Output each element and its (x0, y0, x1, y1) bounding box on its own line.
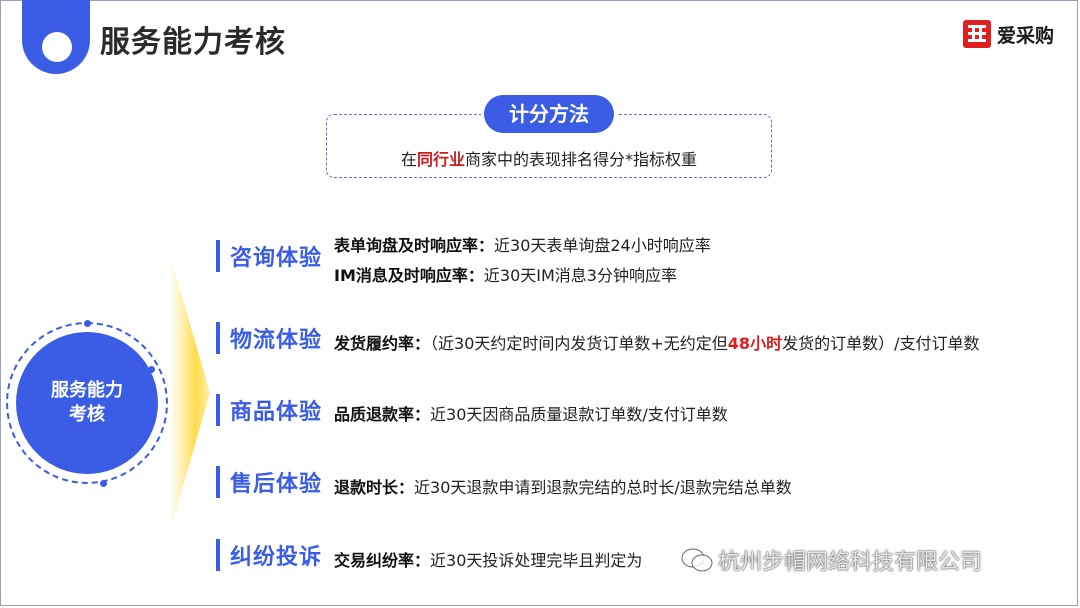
wechat-icon (681, 548, 713, 572)
watermark: 杭州步帽网络科技有限公司 (680, 544, 982, 576)
category-dispute: 纠纷投诉 (216, 539, 322, 571)
corner-decoration (22, 0, 90, 74)
method-description: 在同行业商家中的表现排名得分*指标权重 (400, 150, 698, 169)
metric-line: 退款时长：近30天退款申请到退款完结的总时长/退款完结总单数 (334, 478, 792, 497)
method-highlight: 同行业 (416, 150, 465, 169)
logo-icon (962, 20, 991, 48)
category-product: 商品体验 (216, 394, 322, 426)
ring-dot (100, 480, 107, 487)
logo-text: 爱采购 (996, 24, 1054, 47)
metric-line: 品质退款率：近30天因商品质量退款订单数/支付订单数 (334, 405, 728, 424)
circle-center: 服务能力 考核 (16, 332, 158, 474)
metric-line: 表单询盘及时响应率：近30天表单询盘24小时响应率 (334, 236, 711, 255)
metric-line: 发货履约率：（近30天约定时间内发货订单数+无约定但48小时发货的订单数）/支付… (334, 334, 980, 353)
brand-logo: 爱采购 (962, 20, 1054, 48)
category-logistics: 物流体验 (216, 322, 322, 354)
category-consult: 咨询体验 (216, 240, 322, 272)
metric-line: 交易纠纷率：近30天投诉处理完毕且判定为 (334, 551, 643, 570)
metric-line: IM消息及时响应率：近30天IM消息3分钟响应率 (334, 266, 677, 285)
category-after-sales: 售后体验 (216, 466, 322, 498)
ring-dot (84, 320, 91, 327)
page-title: 服务能力考核 (100, 25, 286, 60)
method-label: 计分方法 (484, 95, 614, 133)
